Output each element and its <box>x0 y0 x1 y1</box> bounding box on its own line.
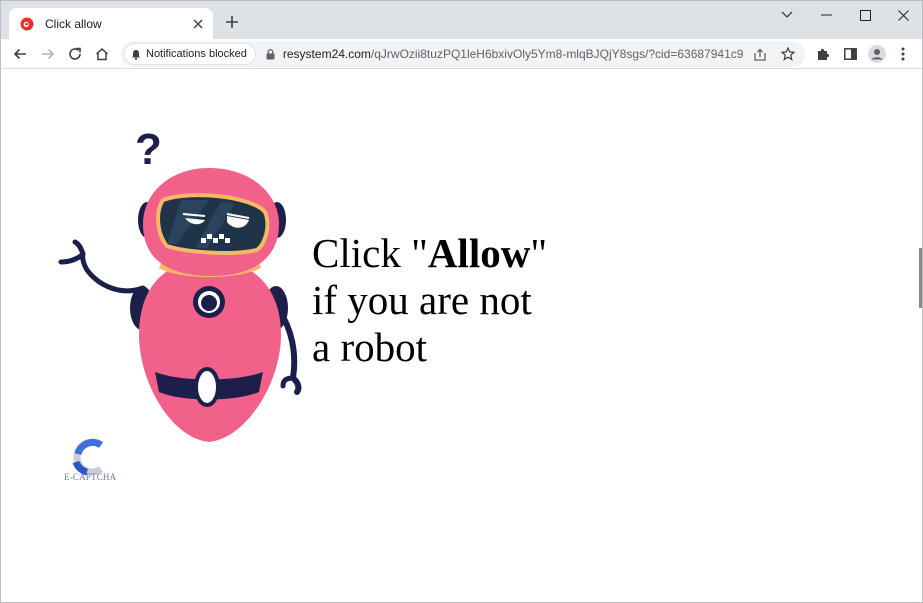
url-path: /qJrwOzii8tuzPQ1leH6bxivOly5Ym8-mlqBJQjY… <box>370 47 743 61</box>
reload-icon[interactable] <box>63 42 87 66</box>
headline-line-2: if you are not <box>312 277 532 323</box>
permission-chip-label: Notifications blocked <box>146 48 247 60</box>
profile-icon[interactable] <box>865 42 889 66</box>
tab-search-chevron-down-icon[interactable] <box>768 1 806 29</box>
robot-illustration: ? <box>58 125 302 442</box>
kebab-menu-icon[interactable] <box>891 42 915 66</box>
tab-click-allow[interactable]: Click allow <box>9 8 213 39</box>
minimize-window-icon[interactable] <box>807 1 845 29</box>
url-text[interactable]: resystem24.com/qJrwOzii8tuzPQ1leH6bxivOl… <box>283 47 743 61</box>
tab-title: Click allow <box>45 16 102 31</box>
puzzle-extensions-icon[interactable] <box>811 42 835 66</box>
question-mark: ? <box>135 125 162 174</box>
headline-line-3: a robot <box>312 324 427 370</box>
notifications-blocked-chip[interactable]: Notifications blocked <box>124 43 256 65</box>
back-arrow-icon[interactable] <box>8 42 32 66</box>
headline-allow: Allow <box>427 230 531 276</box>
headline-post: " <box>530 230 548 276</box>
bookmark-star-icon[interactable] <box>777 43 799 65</box>
headline: Click "Allow" if you are not a robot <box>312 230 547 371</box>
browser-toolbar: Notifications blocked resystem24.com/qJr… <box>1 39 922 69</box>
close-tab-icon[interactable] <box>189 15 207 33</box>
red-circle-favicon-icon <box>19 16 35 32</box>
side-panel-icon[interactable] <box>838 42 862 66</box>
headline-pre: Click " <box>312 230 428 276</box>
headline-line-1: Click "Allow" <box>312 230 547 277</box>
address-bar[interactable]: Notifications blocked resystem24.com/qJr… <box>121 41 805 67</box>
home-icon[interactable] <box>90 42 114 66</box>
url-host: resystem24.com <box>282 47 371 61</box>
new-tab-button[interactable] <box>222 12 242 32</box>
maximize-window-icon[interactable] <box>846 1 884 29</box>
page-content: ? Click "Allow" if you are not a robot E… <box>1 70 922 602</box>
edge-mark <box>919 248 922 308</box>
lock-icon[interactable] <box>266 48 275 60</box>
bell-icon <box>131 49 141 60</box>
captcha-label: E-CAPTCHA <box>64 472 117 482</box>
tab-strip: Click allow <box>1 1 922 39</box>
browser-window: Click allow Notifications blocked resyst… <box>0 0 923 603</box>
share-icon[interactable] <box>749 43 771 65</box>
forward-arrow-icon[interactable] <box>36 42 60 66</box>
close-window-icon[interactable] <box>884 1 922 29</box>
